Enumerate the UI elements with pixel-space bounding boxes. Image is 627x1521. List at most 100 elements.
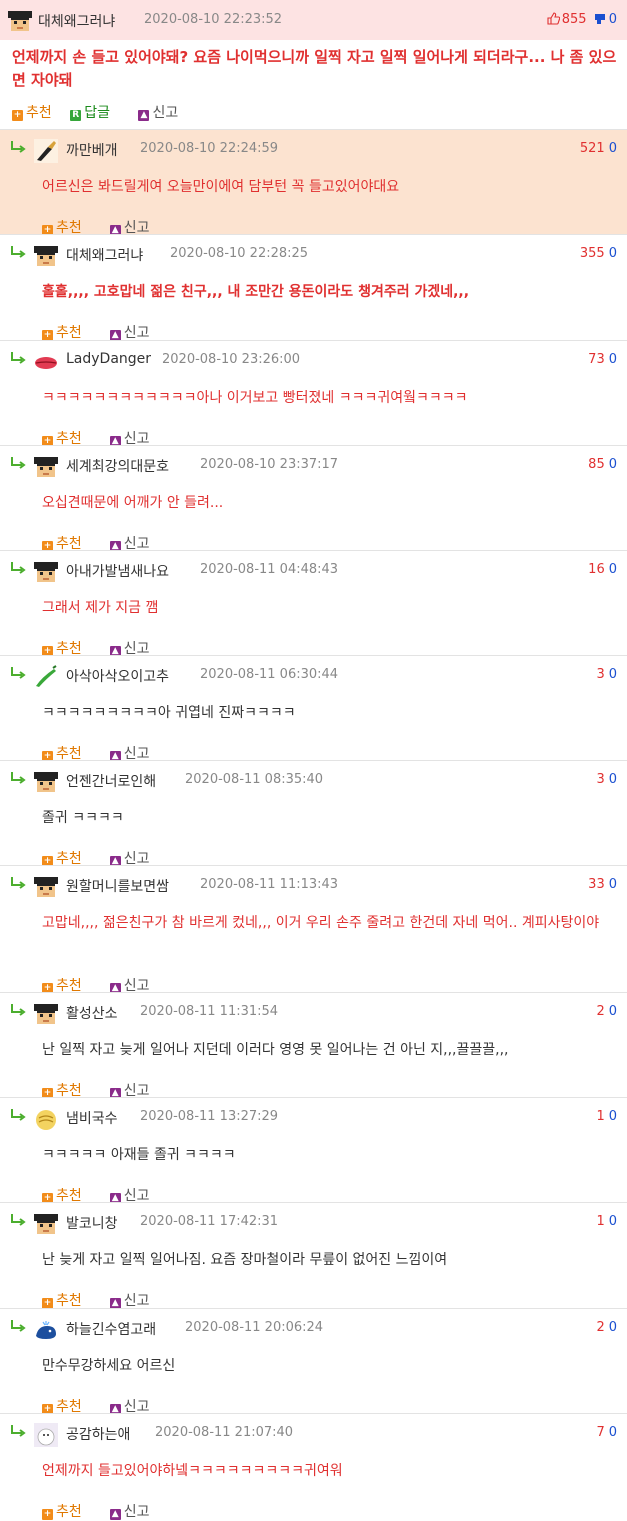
report-label: 신고 bbox=[123, 325, 150, 341]
comment-date: 2020-08-11 17:42:31 bbox=[140, 1214, 279, 1229]
comment-down-count: 0 bbox=[608, 1425, 617, 1440]
comment-up-count: 2 bbox=[596, 1004, 605, 1019]
report-button[interactable]: ▲ 신고 bbox=[109, 1290, 150, 1310]
comment-actions: + 추천 ▲ 신고 bbox=[42, 1501, 164, 1521]
recommend-button[interactable]: + 추천 bbox=[42, 1290, 82, 1310]
comment-nick[interactable]: 냄비국수 bbox=[66, 1108, 118, 1128]
comment-vote-counts: 70 bbox=[596, 1425, 617, 1440]
comment-date: 2020-08-11 11:13:43 bbox=[200, 877, 339, 892]
comment-down-count: 0 bbox=[608, 1109, 617, 1124]
recommend-label: 추천 bbox=[26, 105, 52, 121]
recommend-button[interactable]: + 추천 bbox=[42, 1501, 82, 1521]
reply-button[interactable]: R 답글 bbox=[70, 102, 110, 122]
reply-arrow-icon bbox=[11, 1425, 26, 1437]
comment-up-count: 16 bbox=[588, 562, 605, 577]
reply-arrow-icon bbox=[11, 562, 26, 574]
comment-vote-counts: 20 bbox=[596, 1320, 617, 1335]
comment-nick[interactable]: 까만베개 bbox=[66, 140, 118, 160]
comment-up-count: 1 bbox=[596, 1109, 605, 1124]
comment-nick[interactable]: 아삭아삭오이고추 bbox=[66, 666, 169, 686]
comment-nick[interactable]: 활성산소 bbox=[66, 1003, 118, 1023]
comment-nick[interactable]: 하늘긴수염고래 bbox=[66, 1319, 156, 1339]
lips-avatar-icon bbox=[35, 357, 57, 369]
comment-nick[interactable]: 대체왜그러냐 bbox=[66, 245, 143, 265]
pepper-avatar-icon bbox=[36, 665, 57, 687]
report-button[interactable]: ▲ 신고 bbox=[138, 102, 178, 122]
comment-nick[interactable]: 원할머니를보면쌈 bbox=[66, 876, 169, 896]
comment-vote-counts: 30 bbox=[596, 667, 617, 682]
comment-date: 2020-08-10 22:28:25 bbox=[170, 246, 309, 261]
comment-date: 2020-08-11 04:48:43 bbox=[200, 562, 339, 577]
reply-arrow-icon bbox=[11, 141, 26, 153]
report-label: 신고 bbox=[123, 1504, 150, 1520]
comment-nick[interactable]: 발코니창 bbox=[66, 1213, 118, 1233]
comment-item: LadyDanger 2020-08-10 23:26:00 73 0 ㅋㅋㅋㅋㅋㅋㅋㅋ… bbox=[0, 340, 627, 447]
reply-label: 답글 bbox=[84, 105, 110, 121]
comment-nick[interactable]: 아내가발냄새나요 bbox=[66, 561, 169, 581]
comment-nick[interactable]: 언젠간너로인해 bbox=[66, 771, 156, 791]
pixel-avatar-icon bbox=[8, 11, 32, 31]
comment-date: 2020-08-11 13:27:29 bbox=[140, 1109, 279, 1124]
comment-text: ㅋㅋㅋㅋㅋㅋㅋㅋㅋㅋㅋㅋ아나 이거보고 빵터졌네 ㅋㅋㅋ귀여웤ㅋㅋㅋㅋ bbox=[42, 390, 468, 406]
noodle-avatar-icon bbox=[36, 1110, 56, 1130]
comment-vote-counts: 16 0 bbox=[588, 562, 617, 577]
comment-item: 아내가발냄새나요 2020-08-11 04:48:43 16 0 그래서 제가 지금 … bbox=[0, 550, 627, 657]
comment-item: 세계최강의대문호 2020-08-10 23:37:17 85 0 오십견때문에 어깨가… bbox=[0, 445, 627, 552]
comment-up-count: 3 bbox=[596, 772, 605, 787]
comment-nick[interactable]: 공감하는애 bbox=[66, 1424, 130, 1444]
pixel-avatar-icon bbox=[34, 1004, 58, 1024]
pixel-avatar-icon bbox=[34, 457, 58, 477]
comment-text: 그래서 제가 지금 깸 bbox=[42, 600, 159, 616]
comment-down-count: 0 bbox=[608, 1004, 617, 1019]
post-actions: + 추천 R 답글 ▲ 신고 bbox=[12, 102, 192, 122]
reply-arrow-icon bbox=[11, 1004, 26, 1016]
comment-up-count: 521 bbox=[579, 141, 605, 156]
recommend-label: 추천 bbox=[56, 1504, 82, 1520]
author-nick[interactable]: 대체왜그러냐 bbox=[38, 11, 115, 31]
comment-item: 원할머니를보면쌈 2020-08-11 11:13:43 33 0 고맙네,,,, 젊은… bbox=[0, 865, 627, 994]
comment-vote-counts: 10 bbox=[596, 1109, 617, 1124]
main-post-header: 대체왜그러냐 2020-08-10 22:23:52 855 0 bbox=[0, 0, 627, 40]
moomin-avatar-icon bbox=[34, 1423, 58, 1447]
down-count: 0 bbox=[608, 12, 617, 27]
post-body: 언제까지 손 들고 있어야돼? 요즘 나이먹으니까 일찍 자고 일찍 일어나게 … bbox=[12, 48, 617, 89]
reply-arrow-icon bbox=[11, 877, 26, 889]
report-button[interactable]: ▲ 신고 bbox=[109, 1501, 150, 1521]
comment-text: 난 늦게 자고 일찍 일어나짐. 요즘 장마철이라 무릎이 없어진 느낌이여 bbox=[42, 1252, 448, 1268]
comment-date: 2020-08-11 08:35:40 bbox=[185, 772, 324, 787]
comment-item: 냄비국수 2020-08-11 13:27:29 1 0 ㅋㅋㅋㅋㅋ 아재들 졸귀 ㅋㅋ… bbox=[0, 1097, 627, 1204]
thumbs-down-icon[interactable] bbox=[594, 13, 606, 25]
comment-text: 졸귀 ㅋㅋㅋㅋ bbox=[42, 810, 124, 826]
comment-nick[interactable]: LadyDanger bbox=[66, 351, 151, 367]
thumbs-up-icon[interactable] bbox=[547, 12, 560, 25]
pixel-avatar-icon bbox=[34, 1214, 58, 1234]
report-label: 신고 bbox=[152, 105, 179, 121]
comment-down-count: 0 bbox=[608, 1320, 617, 1335]
comment-date: 2020-08-10 22:24:59 bbox=[140, 141, 279, 156]
comment-down-count: 0 bbox=[608, 457, 617, 472]
comment-up-count: 2 bbox=[596, 1320, 605, 1335]
comment-down-count: 0 bbox=[608, 772, 617, 787]
comment-vote-counts: 33 0 bbox=[588, 877, 617, 892]
comment-item: 활성산소 2020-08-11 11:31:54 2 0 난 일찍 자고 늦게 일어나 … bbox=[0, 992, 627, 1099]
comment-up-count: 1 bbox=[596, 1214, 605, 1229]
comment-item: 아삭아삭오이고추 2020-08-11 06:30:44 3 0 ㅋㅋㅋㅋㅋㅋㅋㅋㅋ아 … bbox=[0, 655, 627, 762]
comment-nick[interactable]: 세계최강의대문호 bbox=[66, 456, 169, 476]
plus-icon: + bbox=[12, 110, 23, 121]
reply-arrow-icon bbox=[11, 1109, 26, 1121]
recommend-button[interactable]: + 추천 bbox=[12, 102, 52, 122]
comment-text: 만수무강하세요 어르신 bbox=[42, 1358, 176, 1374]
reply-arrow-icon bbox=[11, 352, 26, 364]
comment-down-count: 0 bbox=[608, 1214, 617, 1229]
comment-date: 2020-08-10 23:37:17 bbox=[200, 457, 339, 472]
report-button[interactable]: ▲ 신고 bbox=[109, 322, 150, 342]
comment-date: 2020-08-11 20:06:24 bbox=[185, 1320, 324, 1335]
comment-vote-counts: 30 bbox=[596, 772, 617, 787]
recommend-button[interactable]: + 추천 bbox=[42, 322, 82, 342]
reply-arrow-icon bbox=[11, 457, 26, 469]
comment-text: 언제까지 들고있어야하넼ㅋㅋㅋㅋㅋㅋㅋㅋㅋ귀여워 bbox=[42, 1463, 343, 1479]
comment-text: ㅋㅋㅋㅋㅋ 아재들 졸귀 ㅋㅋㅋㅋ bbox=[42, 1147, 236, 1163]
comment-date: 2020-08-11 11:31:54 bbox=[140, 1004, 279, 1019]
comment-item: 까만베개 2020-08-10 22:24:59 521 0 어르신은 봐드릴게여 오늘… bbox=[0, 129, 627, 236]
comment-up-count: 33 bbox=[588, 877, 605, 892]
